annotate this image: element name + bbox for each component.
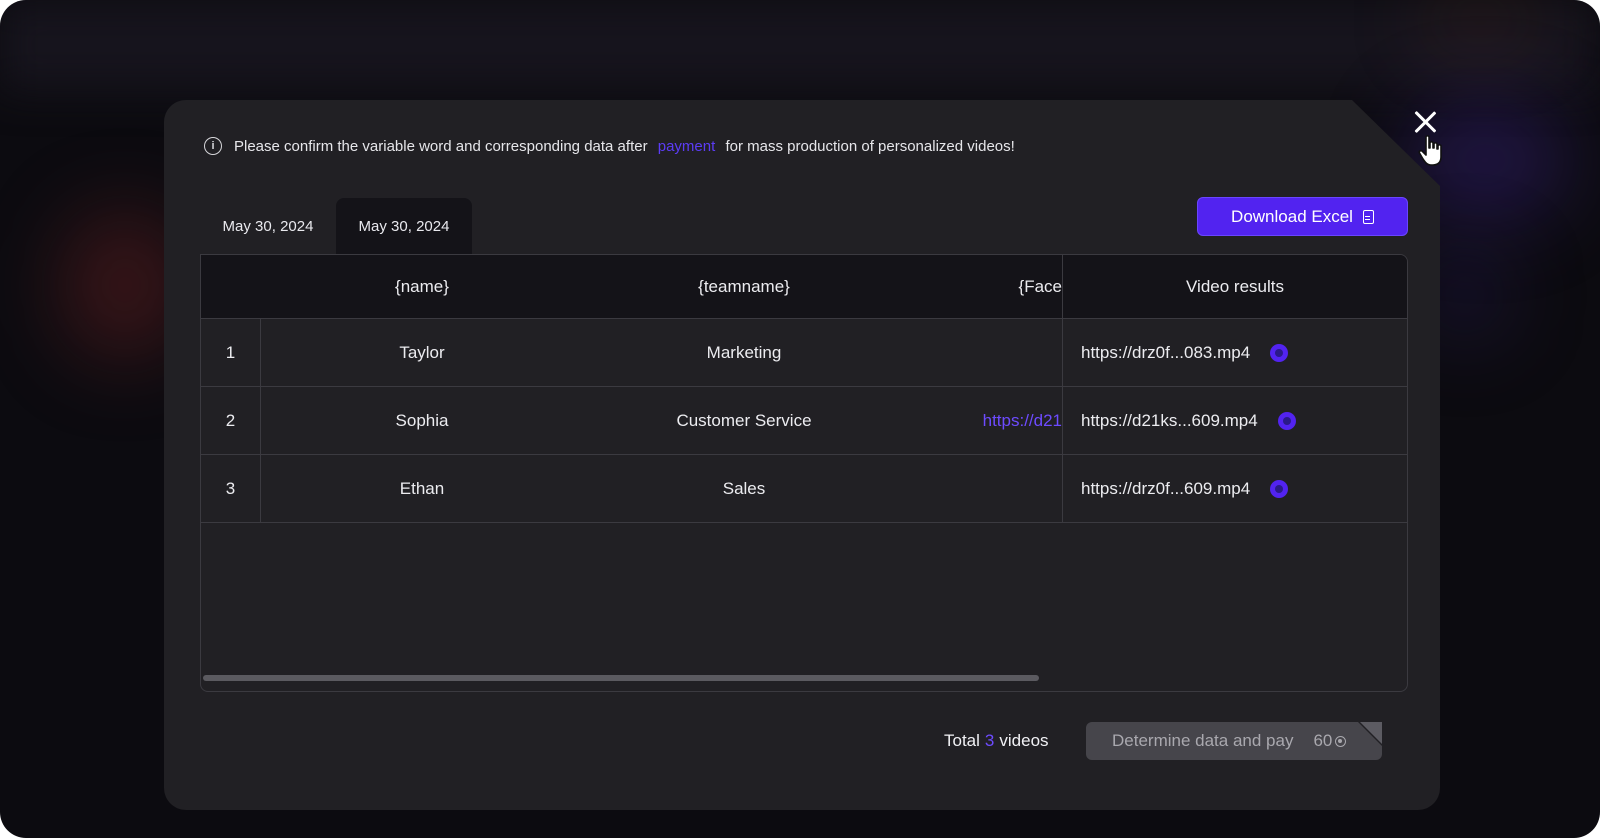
- data-table: {name} {teamname} {Face Video results 1 …: [200, 254, 1408, 692]
- app-frame: i Please confirm the variable word and c…: [0, 0, 1600, 838]
- row-index: 2: [201, 387, 261, 454]
- document-icon: [1362, 209, 1374, 224]
- table-row: 3 Ethan Sales https://drz0f...609.mp4: [201, 455, 1407, 523]
- header-teamname: {teamname}: [698, 276, 790, 296]
- close-icon[interactable]: [1412, 108, 1438, 134]
- row-teamname: Sales: [722, 478, 766, 498]
- date-tabs: May 30, 2024 May 30, 2024: [200, 198, 472, 254]
- total-count: 3: [984, 731, 995, 750]
- row-video: https://drz0f...083.mp4: [1062, 319, 1407, 386]
- notice-text-after: for mass production of personalized vide…: [725, 137, 1015, 155]
- background-blur: [1420, 0, 1540, 40]
- tab-date-1[interactable]: May 30, 2024: [200, 198, 336, 254]
- table-header-row: {name} {teamname} {Face Video results: [201, 255, 1407, 319]
- row-face: [905, 319, 1062, 386]
- row-index: 3: [201, 455, 261, 522]
- table-row: 2 Sophia Customer Service https://d21 ht…: [201, 387, 1407, 455]
- face-link[interactable]: https://d21: [983, 411, 1062, 431]
- info-icon: i: [204, 137, 222, 155]
- coin-icon: [1335, 735, 1347, 747]
- row-name: Taylor: [399, 342, 445, 362]
- video-link[interactable]: https://drz0f...083.mp4: [1081, 343, 1250, 363]
- preview-icon[interactable]: [1270, 343, 1289, 362]
- determine-and-pay-button[interactable]: Determine data and pay 60: [1086, 722, 1382, 760]
- download-excel-label: Download Excel: [1231, 206, 1353, 226]
- notice-bar: i Please confirm the variable word and c…: [204, 136, 1015, 156]
- row-teamname: Customer Service: [676, 410, 812, 430]
- row-name: Sophia: [395, 410, 449, 430]
- row-face: https://d21: [905, 387, 1062, 454]
- header-name: {name}: [395, 276, 449, 296]
- row-video: https://d21ks...609.mp4: [1062, 387, 1407, 454]
- total-suffix: videos: [999, 731, 1049, 750]
- pay-label: Determine data and pay: [1112, 731, 1294, 750]
- video-link[interactable]: https://drz0f...609.mp4: [1081, 479, 1250, 499]
- total-videos: Total 3 videos: [944, 730, 1049, 752]
- table-row: 1 Taylor Marketing https://drz0f...083.m…: [201, 319, 1407, 387]
- header-face: {Face: [1018, 276, 1062, 296]
- preview-icon[interactable]: [1270, 479, 1289, 498]
- background-blur: [0, 0, 1600, 90]
- row-name: Ethan: [399, 478, 445, 498]
- row-teamname: Marketing: [706, 342, 782, 362]
- video-link[interactable]: https://d21ks...609.mp4: [1081, 411, 1258, 431]
- row-face: [905, 455, 1062, 522]
- preview-icon[interactable]: [1277, 411, 1296, 430]
- total-prefix: Total: [944, 731, 980, 750]
- row-video: https://drz0f...609.mp4: [1062, 455, 1407, 522]
- horizontal-scrollbar[interactable]: [203, 675, 1039, 681]
- pay-cost-value: 60: [1313, 731, 1333, 750]
- download-excel-button[interactable]: Download Excel: [1197, 197, 1408, 236]
- header-index: [201, 255, 261, 318]
- hand-cursor-icon: [1418, 135, 1442, 166]
- confirm-data-modal: i Please confirm the variable word and c…: [164, 100, 1440, 810]
- row-index: 1: [201, 319, 261, 386]
- header-video-results: Video results: [1062, 255, 1407, 318]
- notice-text-before: Please confirm the variable word and cor…: [234, 137, 648, 155]
- payment-link[interactable]: payment: [658, 138, 716, 155]
- tab-date-2[interactable]: May 30, 2024: [336, 198, 472, 254]
- pay-cost: 60: [1313, 731, 1347, 751]
